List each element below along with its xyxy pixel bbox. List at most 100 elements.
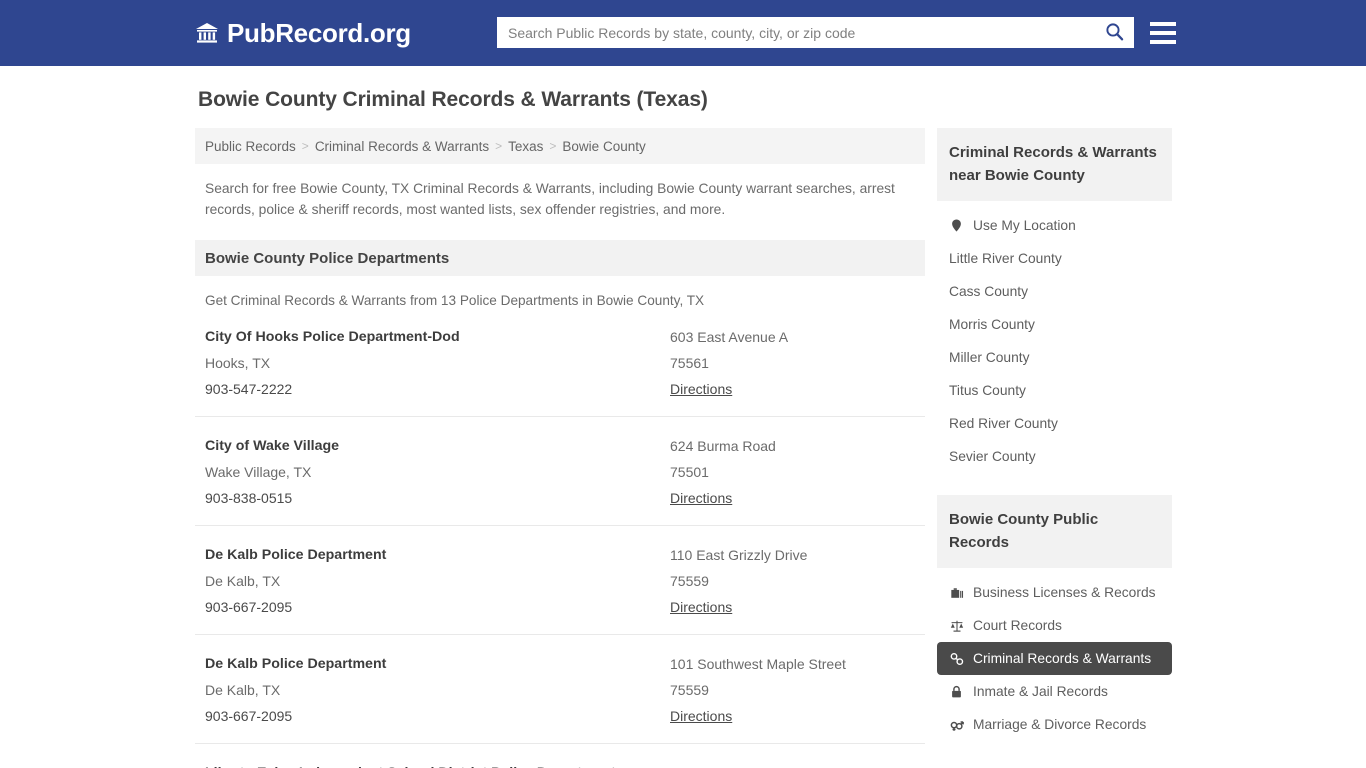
directions-link[interactable]: Directions <box>670 376 732 402</box>
breadcrumb-item-public-records[interactable]: Public Records <box>205 139 296 154</box>
search-bar <box>497 17 1134 48</box>
sidebar-item-inmate-jail-records[interactable]: Inmate & Jail Records <box>937 675 1172 708</box>
page-title: Bowie County Criminal Records & Warrants… <box>198 88 708 111</box>
listing-zip: 75561 <box>670 355 709 371</box>
sidebar-item-label: Inmate & Jail Records <box>973 684 1108 699</box>
page-intro-text: Search for free Bowie County, TX Crimina… <box>205 181 895 217</box>
hamburger-bar <box>1150 30 1176 35</box>
listing-name: De Kalb Police Department <box>205 656 387 672</box>
site-logo-text: PubRecord.org <box>227 17 411 48</box>
listing-city: De Kalb, TX <box>205 682 281 698</box>
sidebar-item-court-records[interactable]: Court Records <box>937 609 1172 642</box>
sidebar-item-red-river-county[interactable]: Red River County <box>937 407 1172 440</box>
listing-row: De Kalb Police Department De Kalb, TX 90… <box>195 635 925 744</box>
listing-row: City of Wake Village Wake Village, TX 90… <box>195 417 925 526</box>
listing-phone[interactable]: 903-838-0515 <box>205 485 670 511</box>
lock-icon <box>949 684 964 699</box>
scales-of-justice-icon <box>949 618 964 633</box>
briefcase-icon <box>949 585 964 600</box>
listing-address: 624 Burma Road 75501 Directions <box>670 433 915 511</box>
content-columns: Public Records > Criminal Records & Warr… <box>195 128 1366 768</box>
breadcrumb-item-texas[interactable]: Texas <box>508 139 543 154</box>
listing-name: De Kalb Police Department <box>205 547 387 563</box>
listing-address: 110 East Grizzly Drive 75559 Directions <box>670 542 915 620</box>
listing-details: Liberty-Eylau Independent School Distric… <box>205 760 670 768</box>
listing-details: City of Wake Village Wake Village, TX 90… <box>205 433 670 511</box>
page-body: Bowie County Criminal Records & Warrants… <box>0 66 1366 768</box>
sidebar-item-label: Red River County <box>949 416 1058 431</box>
sidebar-item-little-river-county[interactable]: Little River County <box>937 242 1172 275</box>
sidebar-item-label: Little River County <box>949 251 1062 266</box>
address-spacer <box>670 760 915 768</box>
listing-zip: 75501 <box>670 464 709 480</box>
sidebar-item-label: Miller County <box>949 350 1030 365</box>
sidebar-item-label: Use My Location <box>973 218 1076 233</box>
sidebar-item-label: Morris County <box>949 317 1035 332</box>
listing-name: Liberty-Eylau Independent School Distric… <box>205 760 670 768</box>
hamburger-menu-icon[interactable] <box>1150 18 1176 47</box>
public-records-list: Business Licenses & Records Court Record… <box>937 568 1172 741</box>
sidebar-item-cass-county[interactable]: Cass County <box>937 275 1172 308</box>
listing-details: De Kalb Police Department De Kalb, TX 90… <box>205 651 670 729</box>
site-logo[interactable]: PubRecord.org <box>195 18 411 49</box>
listing-details: De Kalb Police Department De Kalb, TX 90… <box>205 542 670 620</box>
listing-row: De Kalb Police Department De Kalb, TX 90… <box>195 526 925 635</box>
map-pin-icon <box>949 218 964 233</box>
breadcrumb-item-bowie-county[interactable]: Bowie County <box>562 139 645 154</box>
bank-building-icon <box>195 21 219 45</box>
sidebar-item-morris-county[interactable]: Morris County <box>937 308 1172 341</box>
listing-city: Hooks, TX <box>205 355 271 371</box>
search-icon <box>1105 22 1124 44</box>
listing-row: City Of Hooks Police Department-Dod Hook… <box>195 308 925 417</box>
listing-address: 603 East Avenue A 75561 Directions <box>670 324 915 402</box>
directions-link[interactable]: Directions <box>670 703 732 729</box>
site-header: PubRecord.org <box>0 0 1366 66</box>
listing-name: City of Wake Village <box>205 438 340 454</box>
hamburger-bar <box>1150 21 1176 26</box>
sidebar-item-sevier-county[interactable]: Sevier County <box>937 440 1172 473</box>
listing-zip: 75559 <box>670 573 709 589</box>
sidebar: Criminal Records & Warrants near Bowie C… <box>937 128 1172 741</box>
breadcrumb: Public Records > Criminal Records & Warr… <box>195 128 925 164</box>
section-heading: Bowie County Police Departments <box>195 240 925 276</box>
sidebar-item-marriage-divorce-records[interactable]: Marriage & Divorce Records <box>937 708 1172 741</box>
sidebar-item-criminal-records[interactable]: Criminal Records & Warrants <box>937 642 1172 675</box>
sidebar-item-label: Marriage & Divorce Records <box>973 717 1147 732</box>
listing-name: City Of Hooks Police Department-Dod <box>205 329 460 345</box>
sidebar-item-titus-county[interactable]: Titus County <box>937 374 1172 407</box>
gender-symbols-icon <box>949 717 964 732</box>
listing-street: 624 Burma Road <box>670 438 776 454</box>
nearby-panel-heading: Criminal Records & Warrants near Bowie C… <box>937 128 1172 201</box>
search-input[interactable] <box>498 18 1095 47</box>
directions-link[interactable]: Directions <box>670 485 732 511</box>
main-content: Public Records > Criminal Records & Warr… <box>195 128 925 768</box>
breadcrumb-separator: > <box>301 139 309 153</box>
sidebar-item-business-licenses[interactable]: Business Licenses & Records <box>937 576 1172 609</box>
nearby-county-list: Use My Location Little River County Cass… <box>937 201 1172 473</box>
breadcrumb-separator: > <box>495 139 503 153</box>
sidebar-item-label: Sevier County <box>949 449 1036 464</box>
sidebar-item-label: Court Records <box>973 618 1062 633</box>
listing-address: 101 Southwest Maple Street 75559 Directi… <box>670 651 915 729</box>
directions-link[interactable]: Directions <box>670 594 732 620</box>
listing-row: Liberty-Eylau Independent School Distric… <box>195 744 925 768</box>
listing-phone[interactable]: 903-547-2222 <box>205 376 670 402</box>
sidebar-item-use-my-location[interactable]: Use My Location <box>937 209 1172 242</box>
sidebar-item-label: Criminal Records & Warrants <box>973 651 1152 666</box>
listing-phone[interactable]: 903-667-2095 <box>205 594 670 620</box>
listing-city: De Kalb, TX <box>205 573 281 589</box>
sidebar-item-label: Titus County <box>949 383 1026 398</box>
search-button[interactable] <box>1095 18 1133 47</box>
sidebar-item-label: Cass County <box>949 284 1028 299</box>
listing-city: Wake Village, TX <box>205 464 312 480</box>
breadcrumb-item-criminal-records[interactable]: Criminal Records & Warrants <box>315 139 489 154</box>
sidebar-item-miller-county[interactable]: Miller County <box>937 341 1172 374</box>
section-subheading: Get Criminal Records & Warrants from 13 … <box>205 293 705 308</box>
listing-phone[interactable]: 903-667-2095 <box>205 703 670 729</box>
breadcrumb-separator: > <box>549 139 557 153</box>
listing-details: City Of Hooks Police Department-Dod Hook… <box>205 324 670 402</box>
listing-zip: 75559 <box>670 682 709 698</box>
public-records-panel-heading: Bowie County Public Records <box>937 495 1172 568</box>
hamburger-bar <box>1150 39 1176 44</box>
sidebar-item-label: Business Licenses & Records <box>973 585 1156 600</box>
